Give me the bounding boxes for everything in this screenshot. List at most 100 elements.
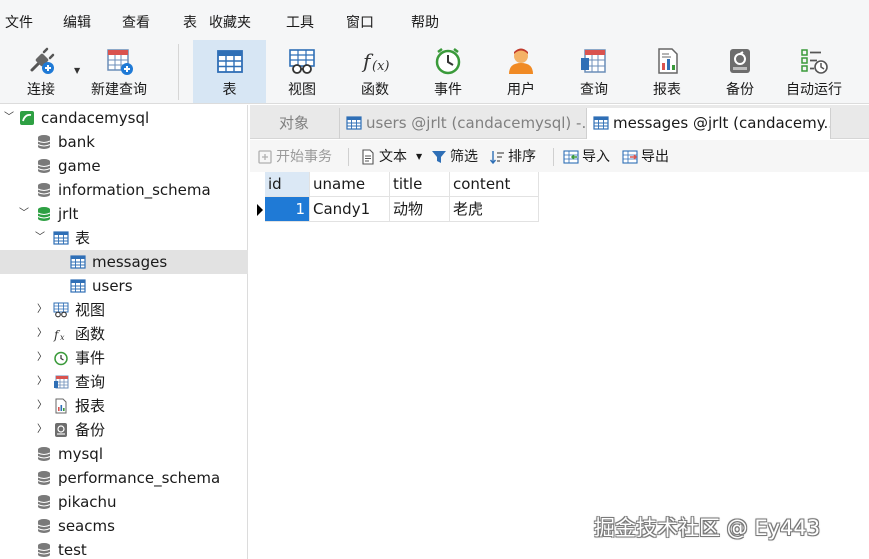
tree-group-functions[interactable]: 〉 f x 函数 (0, 322, 248, 346)
tree-connection-candacemysql[interactable]: ﹀ candacemysql (0, 106, 248, 130)
report-icon (55, 398, 67, 414)
cell-content[interactable]: 老虎 (450, 197, 539, 222)
menu-edit[interactable]: 编辑 (63, 14, 91, 32)
tab-messages-table[interactable]: messages @jrlt (candacemy... (586, 108, 831, 139)
menu-tools[interactable]: 工具 (286, 14, 314, 32)
transaction-icon (258, 150, 272, 164)
cell-id[interactable]: 1 (265, 197, 310, 222)
tree-group-backups[interactable]: 〉 备份 (0, 418, 248, 442)
tree-db-seacms[interactable]: seacms (0, 514, 248, 538)
watermark: 掘金技术社区 @ Ey443 (594, 516, 821, 540)
database-icon (37, 183, 51, 197)
tree-group-queries[interactable]: 〉 查询 (0, 370, 248, 394)
tree-db-jrlt[interactable]: ﹀ jrlt (0, 202, 248, 226)
mysql-connection-icon (20, 111, 34, 125)
clock-icon (54, 351, 68, 366)
view-button[interactable]: 视图 (270, 40, 334, 103)
view-icon (53, 302, 69, 318)
menu-help[interactable]: 帮助 (411, 14, 439, 32)
chevron-down-icon[interactable]: ﹀ (35, 226, 45, 250)
tree-db-mysql[interactable]: mysql (0, 442, 248, 466)
tree-db-bank[interactable]: bank (0, 130, 248, 154)
table-icon (53, 231, 69, 245)
tree-table-users[interactable]: users (0, 274, 248, 298)
query-icon (54, 375, 69, 389)
table-icon (70, 255, 86, 269)
tree-db-information-schema[interactable]: information_schema (0, 178, 248, 202)
cell-uname[interactable]: Candy1 (310, 197, 390, 222)
database-icon (37, 447, 51, 461)
report-button[interactable]: 报表 (635, 40, 699, 103)
tree-db-test[interactable]: test (0, 538, 248, 559)
function-button[interactable]: f (x) 函数 (343, 40, 407, 103)
tree-db-game[interactable]: game (0, 154, 248, 178)
new-query-button[interactable]: 新建查询 (84, 40, 154, 103)
chevron-right-icon[interactable]: 〉 (37, 418, 47, 442)
chevron-right-icon[interactable]: 〉 (37, 370, 47, 394)
view-icon (289, 49, 315, 74)
text-view-button[interactable]: 文本 ▼ (360, 147, 424, 167)
toolbar-separator (553, 148, 554, 166)
chevron-down-icon[interactable]: ﹀ (4, 106, 14, 130)
table-icon (216, 50, 243, 73)
tree-group-reports[interactable]: 〉 报表 (0, 394, 248, 418)
toolbar-separator (178, 44, 179, 100)
tab-users-table[interactable]: users @jrlt (candacemysql) -... (339, 108, 585, 139)
user-button[interactable]: 用户 (489, 40, 553, 103)
connect-dropdown-caret-icon[interactable]: ▼ (74, 66, 80, 75)
filter-button[interactable]: 筛选 (431, 147, 483, 167)
data-grid: id uname title content 1 Candy1 动物 老虎 (250, 172, 869, 559)
import-button[interactable]: 导入 (563, 147, 615, 167)
menu-favorites[interactable]: 收藏夹 (209, 14, 251, 32)
export-button[interactable]: 导出 (622, 147, 674, 167)
chevron-right-icon[interactable]: 〉 (37, 322, 47, 346)
query-button[interactable]: 查询 (562, 40, 626, 103)
plug-icon (30, 47, 55, 74)
tree-table-messages[interactable]: messages (0, 250, 248, 274)
column-header-uname[interactable]: uname (310, 172, 390, 197)
backup-button[interactable]: 备份 (708, 40, 772, 103)
tree-db-pikachu[interactable]: pikachu (0, 490, 248, 514)
tree-group-events[interactable]: 〉 事件 (0, 346, 248, 370)
menu-bar: 文件 编辑 查看 表 收藏夹 工具 窗口 帮助 (0, 0, 869, 40)
table-button[interactable]: 表 (193, 40, 266, 103)
sort-button[interactable]: 排序 (489, 147, 543, 167)
chevron-right-icon[interactable]: 〉 (37, 298, 47, 322)
begin-transaction-button[interactable]: 开始事务 (257, 147, 341, 167)
menu-view[interactable]: 查看 (122, 14, 150, 32)
menu-table[interactable]: 表 (183, 14, 197, 32)
chevron-right-icon[interactable]: 〉 (37, 394, 47, 418)
tree-db-performance-schema[interactable]: performance_schema (0, 466, 248, 490)
event-button[interactable]: 事件 (416, 40, 480, 103)
chevron-down-icon[interactable]: ▼ (416, 147, 422, 167)
export-icon (622, 150, 638, 164)
table-icon (346, 116, 362, 130)
toolbar-separator (348, 148, 349, 166)
tree-group-tables[interactable]: ﹀ 表 (0, 226, 248, 250)
new-query-icon (107, 49, 133, 75)
tree-group-views[interactable]: 〉 视图 (0, 298, 248, 322)
column-header-content[interactable]: content (450, 172, 539, 197)
column-header-title[interactable]: title (390, 172, 450, 197)
clock-icon (435, 48, 461, 75)
automation-button[interactable]: 自动运行 (781, 40, 847, 103)
table-icon (70, 279, 86, 293)
backup-icon (730, 49, 750, 73)
connection-tree: ﹀ candacemysql bank game information_sch… (0, 105, 248, 559)
menu-file[interactable]: 文件 (5, 14, 33, 32)
database-icon (37, 495, 51, 509)
chevron-down-icon[interactable]: ﹀ (19, 202, 29, 226)
tab-objects[interactable]: 对象 (250, 108, 338, 139)
cell-title[interactable]: 动物 (390, 197, 450, 222)
chevron-right-icon[interactable]: 〉 (37, 346, 47, 370)
column-header-id[interactable]: id (265, 172, 310, 197)
user-icon (509, 48, 533, 74)
query-icon (581, 49, 606, 73)
svg-text:x: x (60, 333, 65, 342)
sort-icon (489, 151, 504, 165)
automation-icon (801, 49, 828, 74)
data-toolbar: 开始事务 文本 ▼ 筛选 排序 导入 导出 (250, 140, 869, 172)
main-toolbar: 连接 ▼ 新建查询 表 视图 f (x) 函数 事件 用户 查询 报表 备份 自… (0, 40, 869, 104)
connect-button[interactable]: 连接 (8, 40, 74, 103)
menu-window[interactable]: 窗口 (346, 14, 374, 32)
